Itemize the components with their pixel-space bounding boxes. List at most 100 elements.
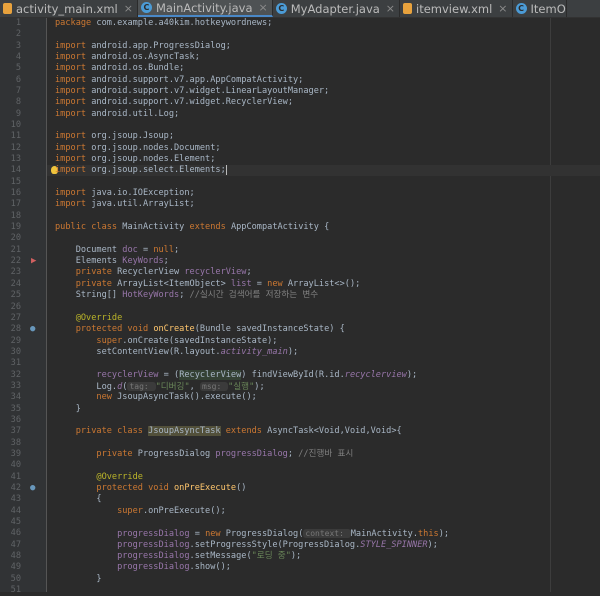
xml-file-icon [3, 3, 12, 14]
code-text: import android.app.ProgressDialog; [55, 41, 231, 52]
code-line[interactable]: 18 [0, 211, 600, 222]
code-line[interactable]: 41 @Override [0, 472, 600, 483]
code-line[interactable]: 25 String[] HotKeyWords; //실시간 검색어를 저장하는… [0, 290, 600, 301]
code-token: AsyncTask<Void,Void,Void>{ [267, 426, 402, 437]
code-line[interactable]: 39 private ProgressDialog progressDialog… [0, 449, 600, 460]
line-number: 8 [15, 97, 21, 108]
code-token: .setProgressStyle(ProgressDialog. [189, 539, 361, 550]
code-token: super [55, 505, 143, 516]
code-line[interactable]: 3 import android.app.ProgressDialog; [0, 41, 600, 52]
code-line[interactable]: 30 setContentView(R.layout.activity_main… [0, 347, 600, 358]
code-line[interactable]: 45 [0, 517, 600, 528]
close-icon[interactable]: × [386, 2, 395, 15]
code-token: recyclerView [55, 369, 159, 380]
code-text: import android.os.AsyncTask; [55, 52, 200, 63]
code-line[interactable]: 17 import java.util.ArrayList; [0, 199, 600, 210]
code-token: super [55, 335, 123, 346]
code-token: private [55, 448, 138, 459]
code-token: = ( [158, 369, 180, 380]
code-token: android.support.v7.widget.LinearLayoutMa… [91, 86, 330, 97]
code-token: ; [163, 256, 169, 267]
java-class-icon: C [275, 3, 287, 14]
tab-label: itemview.xml [416, 1, 493, 16]
tab-activity-main-xml[interactable]: activity_main.xml × [0, 0, 138, 17]
line-number: 3 [15, 40, 21, 51]
java-class-icon: C [515, 3, 527, 14]
code-token: KeyWords [122, 256, 164, 267]
code-line[interactable]: 20 [0, 233, 600, 244]
code-line[interactable]: 37 private class JsoupAsyncTask extends … [0, 426, 600, 437]
line-number: 18 [10, 210, 21, 221]
code-line[interactable]: 1 package com.example.a40kim.hotkeywordne… [0, 18, 600, 29]
code-token: } [55, 403, 81, 414]
code-line[interactable]: 14 import org.jsoup.select.Elements; [0, 165, 600, 176]
code-text: } [55, 574, 101, 585]
code-line[interactable]: 38 [0, 438, 600, 449]
code-line[interactable]: 7 import android.support.v7.widget.Linear… [0, 86, 600, 97]
tab-itemview-xml[interactable]: itemview.xml × [400, 0, 513, 17]
code-text: Elements KeyWords; [55, 256, 169, 267]
code-line[interactable]: 21 Document doc = null; [0, 245, 600, 256]
code-line[interactable]: 9 import android.util.Log; [0, 109, 600, 120]
code-line[interactable]: 11 import org.jsoup.Jsoup; [0, 131, 600, 142]
code-line[interactable]: 8 import android.support.v7.widget.Recycl… [0, 97, 600, 108]
code-line[interactable]: 23 private RecyclerView recyclerView; [0, 267, 600, 278]
line-number: 2 [15, 29, 21, 40]
code-text: import java.io.IOException; [55, 188, 195, 199]
close-icon[interactable]: × [498, 2, 507, 15]
code-line[interactable]: 47 progressDialog.setProgressStyle(Progr… [0, 540, 600, 551]
code-line[interactable]: 31 [0, 358, 600, 369]
code-line[interactable]: 22 Elements KeyWords; [0, 256, 600, 267]
line-number: 32 [10, 369, 21, 380]
parameter-hint: context: [303, 529, 351, 539]
code-token: ArrayList<ItemObject> [117, 278, 231, 289]
code-line[interactable]: 51 [0, 585, 600, 596]
code-line[interactable]: 28 protected void onCreate(Bundle savedI… [0, 324, 600, 335]
code-token: .show(); [189, 562, 231, 573]
code-line[interactable]: 12 import org.jsoup.nodes.Document; [0, 143, 600, 154]
code-line[interactable]: 13 import org.jsoup.nodes.Element; [0, 154, 600, 165]
code-token: org.jsoup.nodes.Element; [91, 154, 216, 165]
code-line[interactable]: 10 [0, 120, 600, 131]
code-line[interactable]: 35 } [0, 404, 600, 415]
code-text: @Override [55, 472, 143, 483]
code-line[interactable]: 42 protected void onPreExecute() [0, 483, 600, 494]
code-line[interactable]: 32 recyclerView = (RecyclerView) findVie… [0, 369, 600, 381]
code-token: String[] [55, 290, 123, 301]
code-line[interactable]: 2 [0, 29, 600, 40]
line-number: 43 [10, 494, 21, 505]
code-token: RecyclerView [179, 369, 242, 380]
code-line[interactable]: 34 new JsoupAsyncTask().execute(); [0, 392, 600, 403]
code-line[interactable]: 40 [0, 460, 600, 471]
code-line[interactable]: 16 import java.io.IOException; [0, 188, 600, 199]
code-token: .onCreate(savedInstanceState); [122, 335, 278, 346]
code-editor[interactable]: 1 package com.example.a40kim.hotkeywordne… [0, 18, 600, 595]
code-line[interactable]: 46 progressDialog = new ProgressDialog(c… [0, 528, 600, 539]
code-line[interactable]: 49 progressDialog.show(); [0, 562, 600, 573]
code-line[interactable]: 29 super.onCreate(savedInstanceState); [0, 336, 600, 347]
code-token: Document [55, 244, 123, 255]
line-number: 48 [10, 550, 21, 561]
code-line[interactable]: 15 [0, 177, 600, 188]
code-line[interactable]: 6 import android.support.v7.app.AppCompat… [0, 75, 600, 86]
code-line[interactable]: 26 [0, 302, 600, 313]
parameter-hint: msg: [200, 381, 229, 391]
code-line[interactable]: 24 private ArrayList<ItemObject> list = … [0, 279, 600, 290]
code-line[interactable]: 27 @Override [0, 313, 600, 324]
code-line[interactable]: 48 progressDialog.setMessage("로딩 중"); [0, 551, 600, 562]
code-text: new JsoupAsyncTask().execute(); [55, 392, 256, 403]
code-line[interactable]: 36 [0, 415, 600, 426]
tab-myadapter-java[interactable]: C MyAdapter.java × [273, 0, 401, 17]
code-line[interactable]: 33 Log.d(tag: "디버깅", msg: "실행"); [0, 381, 600, 392]
code-line[interactable]: 50 } [0, 574, 600, 585]
line-number: 27 [10, 312, 21, 323]
close-icon[interactable]: × [124, 2, 133, 15]
close-icon[interactable]: × [259, 1, 268, 14]
code-line[interactable]: 5 import android.os.Bundle; [0, 63, 600, 74]
code-line[interactable]: 43 { [0, 494, 600, 505]
code-line[interactable]: 19 public class MainActivity extends AppC… [0, 222, 600, 233]
code-line[interactable]: 4 import android.os.AsyncTask; [0, 52, 600, 63]
tab-itemobject-java[interactable]: C ItemO [513, 0, 567, 17]
code-line[interactable]: 44 super.onPreExecute(); [0, 506, 600, 517]
tab-mainactivity-java[interactable]: C MainActivity.java × [137, 0, 273, 17]
